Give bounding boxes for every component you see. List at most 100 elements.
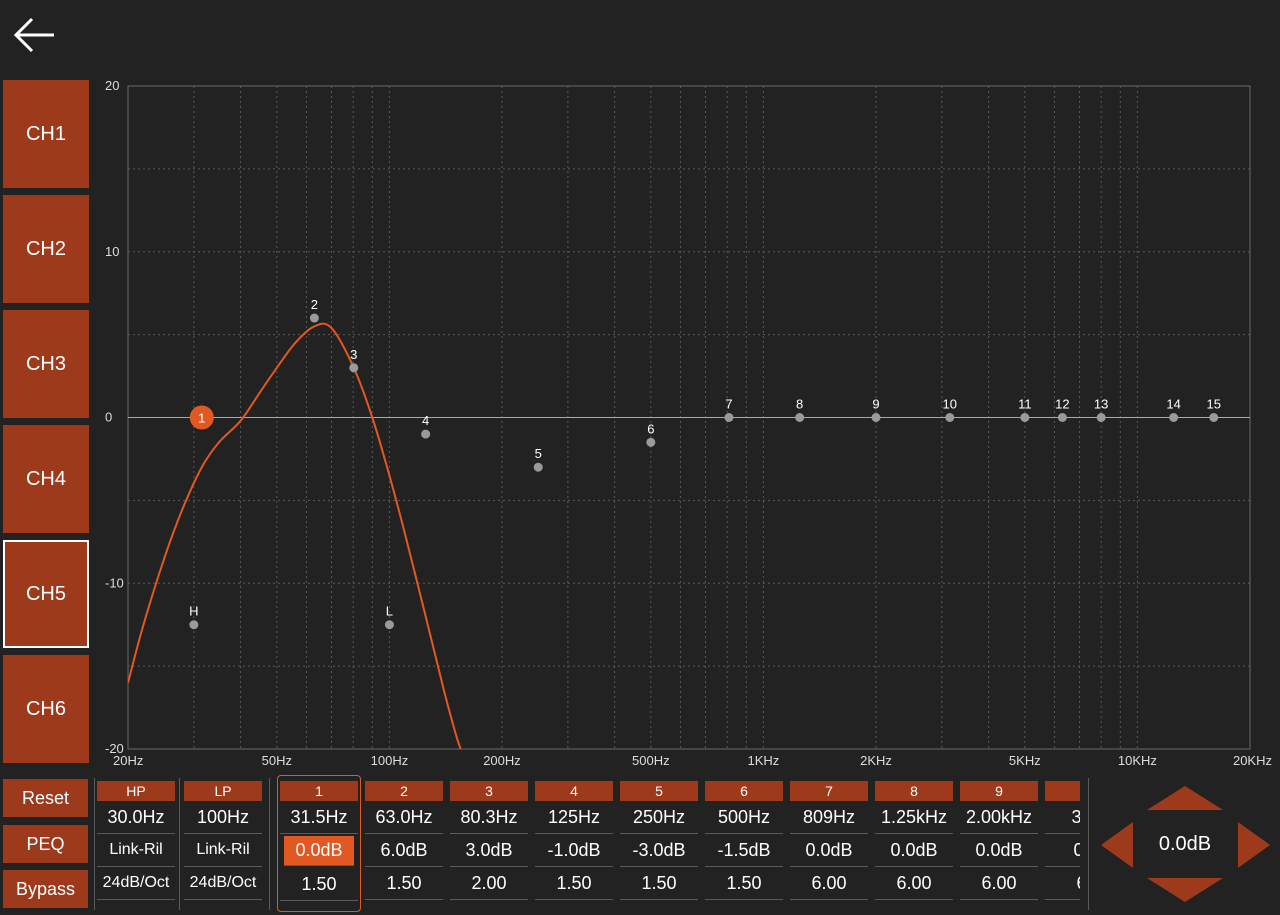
freq-cell[interactable]: 250Hz (620, 801, 698, 834)
filter-column-lp[interactable]: LP 100Hz Link-Ril 24dB/Oct (184, 781, 262, 900)
column-header: 4 (535, 781, 613, 801)
eq-point-5 (533, 462, 543, 472)
eq-point-10 (945, 413, 955, 422)
freq-cell[interactable]: 30.0Hz (97, 801, 175, 834)
eq-point-label: 6 (647, 421, 654, 436)
eq-point-label: 12 (1055, 397, 1069, 412)
gain-up-button[interactable] (1145, 784, 1225, 817)
eq-point-label: 2 (311, 297, 318, 312)
band-column-8[interactable]: 8 1.25kHz 0.0dB 6.00 (875, 781, 953, 900)
divider (179, 778, 180, 910)
slope-cell[interactable]: 24dB/Oct (97, 867, 175, 900)
response-curve (128, 322, 462, 749)
column-header: LP (184, 781, 262, 801)
freq-cell[interactable]: 63.0Hz (365, 801, 443, 834)
band-column-4[interactable]: 4 125Hz -1.0dB 1.50 (535, 781, 613, 900)
gain-down-button[interactable] (1145, 876, 1225, 909)
eq-graph[interactable]: 20100-10-2020Hz 50Hz 100Hz 200Hz 500Hz 1KHz 2K… (0, 0, 1280, 775)
x-tick-label: 100Hz (371, 753, 409, 768)
type-cell[interactable]: Link-Ril (97, 834, 175, 867)
freq-cell[interactable]: 2.00kHz (960, 801, 1038, 834)
eq-point-3 (349, 363, 359, 373)
gain-cell[interactable]: -1.0dB (535, 834, 613, 867)
column-header: 9 (960, 781, 1038, 801)
bypass-button[interactable]: Bypass (3, 870, 88, 908)
gain-cell[interactable]: 0.( (1045, 834, 1080, 867)
freq-right-button[interactable] (1236, 820, 1272, 875)
gain-cell[interactable]: 0.0dB (790, 834, 868, 867)
gain-cell[interactable]: 3.0dB (450, 834, 528, 867)
freq-cell[interactable]: 100Hz (184, 801, 262, 834)
filter-point-h (189, 620, 199, 630)
eq-point-label: 1 (198, 411, 205, 426)
slope-cell[interactable]: 24dB/Oct (184, 867, 262, 900)
band-column-6[interactable]: 6 500Hz -1.5dB 1.50 (705, 781, 783, 900)
freq-cell[interactable]: 31.5Hz (280, 801, 358, 834)
filter-point-label: H (189, 604, 198, 619)
reset-button[interactable]: Reset (3, 779, 88, 817)
x-tick-label: 10KHz (1118, 753, 1157, 768)
q-cell[interactable]: 1.50 (620, 867, 698, 900)
gain-cell[interactable]: 0.0dB (960, 834, 1038, 867)
q-cell[interactable]: 6. (1045, 867, 1080, 900)
filter-column-hp[interactable]: HP 30.0Hz Link-Ril 24dB/Oct (97, 781, 175, 900)
y-tick-label: 10 (105, 244, 119, 259)
gain-cell[interactable]: 6.0dB (365, 834, 443, 867)
eq-point-2 (309, 313, 319, 323)
eq-point-11 (1020, 413, 1030, 422)
band-column-5[interactable]: 5 250Hz -3.0dB 1.50 (620, 781, 698, 900)
eq-point-label: 8 (796, 397, 803, 412)
band-column-2[interactable]: 2 63.0Hz 6.0dB 1.50 (365, 781, 443, 900)
gain-readout: 0.0dB (1158, 832, 1212, 855)
q-cell[interactable]: 2.00 (450, 867, 528, 900)
eq-point-6 (646, 437, 656, 447)
eq-point-label: 13 (1094, 397, 1108, 412)
freq-cell[interactable]: 80.3Hz (450, 801, 528, 834)
eq-point-8 (795, 413, 805, 422)
eq-point-label: 4 (422, 413, 429, 428)
column-header: 8 (875, 781, 953, 801)
freq-cell[interactable]: 809Hz (790, 801, 868, 834)
peq-button[interactable]: PEQ (3, 825, 88, 863)
freq-cell[interactable]: 1.25kHz (875, 801, 953, 834)
band-column-3[interactable]: 3 80.3Hz 3.0dB 2.00 (450, 781, 528, 900)
x-tick-label: 50Hz (262, 753, 292, 768)
band-column-9[interactable]: 9 2.00kHz 0.0dB 6.00 (960, 781, 1038, 900)
q-cell[interactable]: 1.50 (705, 867, 783, 900)
q-cell[interactable]: 1.50 (365, 867, 443, 900)
column-header: 6 (705, 781, 783, 801)
column-header: 3 (450, 781, 528, 801)
q-cell[interactable]: 1.50 (280, 868, 358, 901)
gain-cell[interactable]: -1.5dB (705, 834, 783, 867)
freq-cell[interactable]: 500Hz (705, 801, 783, 834)
x-tick-label: 1KHz (748, 753, 780, 768)
eq-point-12 (1057, 413, 1067, 422)
divider (94, 778, 95, 910)
freq-cell[interactable]: 125Hz (535, 801, 613, 834)
eq-point-label: 5 (535, 446, 542, 461)
type-cell[interactable]: Link-Ril (184, 834, 262, 867)
y-tick-label: -10 (105, 575, 124, 590)
eq-point-label: 14 (1166, 397, 1180, 412)
eq-point-13 (1096, 413, 1106, 422)
column-header: 2 (365, 781, 443, 801)
eq-point-label: 11 (1018, 397, 1032, 412)
band-column-7[interactable]: 7 809Hz 0.0dB 6.00 (790, 781, 868, 900)
divider (1088, 778, 1089, 910)
band-column-1[interactable]: 1 31.5Hz 0.0dB 1.50 (280, 781, 358, 901)
gain-cell[interactable]: 0.0dB (284, 836, 354, 866)
q-cell[interactable]: 6.00 (960, 867, 1038, 900)
gain-cell[interactable]: 0.0dB (875, 834, 953, 867)
x-tick-label: 5KHz (1009, 753, 1041, 768)
q-cell[interactable]: 1.50 (535, 867, 613, 900)
gain-cell[interactable]: -3.0dB (620, 834, 698, 867)
q-cell[interactable]: 6.00 (790, 867, 868, 900)
eq-point-9 (871, 413, 881, 422)
triangle-right-icon (1238, 822, 1270, 868)
q-cell[interactable]: 6.00 (875, 867, 953, 900)
freq-cell[interactable]: 3.1 (1045, 801, 1080, 834)
band-column-partial-content[interactable]: 13.10.(6. (1045, 781, 1080, 900)
freq-left-button[interactable] (1099, 820, 1135, 875)
y-tick-label: 0 (105, 410, 112, 425)
column-header: 7 (790, 781, 868, 801)
